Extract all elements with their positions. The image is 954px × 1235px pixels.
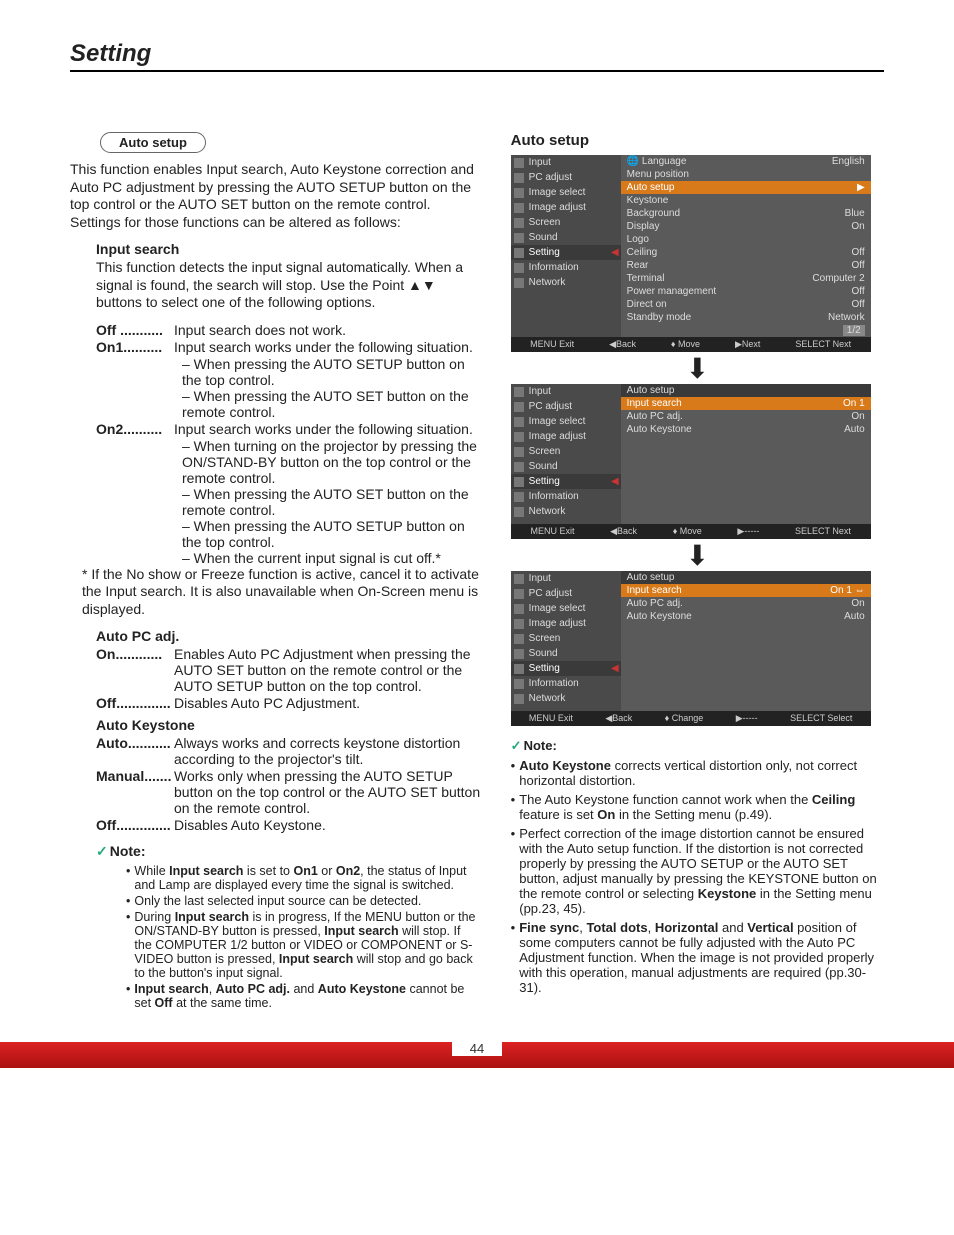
osd-side-item: Input	[511, 384, 621, 399]
osd-side-item: Sound	[511, 459, 621, 474]
osd-row: Auto setup▶	[621, 181, 871, 194]
osd-side-item: Image adjust	[511, 616, 621, 631]
on2-sub4: – When the current input signal is cut o…	[182, 550, 481, 566]
right-note-hdr: ✓Note:	[511, 738, 884, 754]
osd-side-item: Screen	[511, 444, 621, 459]
osd-side-item: Information	[511, 260, 621, 275]
on2-sub2: – When pressing the AUTO SET button on t…	[182, 486, 481, 518]
page-footer: 44	[0, 1042, 954, 1068]
osd-side-item: Image select	[511, 414, 621, 429]
osd-row: Keystone	[621, 194, 871, 207]
osd-side-item: Image adjust	[511, 200, 621, 215]
osd-side-item: Image adjust	[511, 429, 621, 444]
osd-row: TerminalComputer 2	[621, 272, 871, 285]
osd-row: Power managementOff	[621, 285, 871, 298]
osd-row: Direct onOff	[621, 298, 871, 311]
osd-row: CeilingOff	[621, 246, 871, 259]
osd-side-item: Image select	[511, 185, 621, 200]
right-note-list: Auto Keystone corrects vertical distorti…	[511, 758, 884, 995]
ak-auto: Auto........... Always works and correct…	[96, 735, 481, 767]
left-column: Auto setup This function enables Input s…	[70, 132, 481, 1012]
osd-side-item: Screen	[511, 631, 621, 646]
autopc-on: On............ Enables Auto PC Adjustmen…	[96, 646, 481, 694]
osd-side-item: Input	[511, 571, 621, 586]
osd-side-item: Setting	[511, 661, 621, 676]
opt-on1: On1.......... Input search works under t…	[96, 339, 481, 355]
right-column: Auto setup InputPC adjustImage selectIma…	[511, 132, 884, 1012]
arrow-down-icon: ⬇	[511, 360, 884, 378]
note-item: The Auto Keystone function cannot work w…	[511, 792, 884, 822]
note-item: Fine sync, Total dots, Horizontal and Ve…	[511, 920, 884, 995]
osd-row: BackgroundBlue	[621, 207, 871, 220]
input-search-title: Input search	[96, 241, 481, 257]
osd-side-item: PC adjust	[511, 586, 621, 601]
osd-screenshot-3: InputPC adjustImage selectImage adjustSc…	[511, 571, 871, 726]
page-number: 44	[452, 1041, 502, 1056]
osd-side-item: Network	[511, 504, 621, 519]
opt-off: Off ........... Input search does not wo…	[96, 322, 481, 338]
autopc-off: Off.............. Disables Auto PC Adjus…	[96, 695, 481, 711]
note-item: Perfect correction of the image distorti…	[511, 826, 884, 916]
osd-side-item: PC adjust	[511, 399, 621, 414]
osd-side-item: Network	[511, 691, 621, 706]
on1-sub1: – When pressing the AUTO SETUP button on…	[182, 356, 481, 388]
osd-side-item: Input	[511, 155, 621, 170]
osd-row: Auto PC adj.On	[621, 597, 871, 610]
osd-row: Menu position	[621, 168, 871, 181]
osd-row: Auto KeystoneAuto	[621, 423, 871, 436]
auto-keystone-title: Auto Keystone	[96, 717, 481, 733]
osd-side-item: Sound	[511, 230, 621, 245]
osd-row: Logo	[621, 233, 871, 246]
auto-pc-title: Auto PC adj.	[96, 628, 481, 644]
left-note-hdr: ✓Note:	[96, 843, 481, 860]
osd-side-item: Image select	[511, 601, 621, 616]
osd-side-item: Network	[511, 275, 621, 290]
input-search-footnote: * If the No show or Freeze function is a…	[82, 566, 481, 619]
ak-off: Off.............. Disables Auto Keystone…	[96, 817, 481, 833]
osd-side-item: Setting	[511, 245, 621, 260]
on2-sub1: – When turning on the projector by press…	[182, 438, 481, 486]
note-item: Auto Keystone corrects vertical distorti…	[511, 758, 884, 788]
osd-screenshot-2: InputPC adjustImage selectImage adjustSc…	[511, 384, 871, 539]
note-item: During Input search is in progress, If t…	[126, 910, 481, 980]
osd-row: Input searchOn 1 ⇔	[621, 584, 871, 597]
osd-row: DisplayOn	[621, 220, 871, 233]
osd-row: RearOff	[621, 259, 871, 272]
osd-row: Auto PC adj.On	[621, 410, 871, 423]
note-item: Only the last selected input source can …	[126, 894, 481, 908]
on1-sub2: – When pressing the AUTO SET button on t…	[182, 388, 481, 420]
intro-text: This function enables Input search, Auto…	[70, 161, 481, 231]
ak-manual: Manual....... Works only when pressing t…	[96, 768, 481, 816]
osd-row: 🌐 LanguageEnglish	[621, 155, 871, 168]
opt-on2: On2.......... Input search works under t…	[96, 421, 481, 437]
note-item: While Input search is set to On1 or On2,…	[126, 864, 481, 892]
page-title: Setting	[70, 40, 884, 72]
osd-side-item: PC adjust	[511, 170, 621, 185]
arrow-down-icon: ⬇	[511, 547, 884, 565]
osd-side-item: Information	[511, 676, 621, 691]
right-title: Auto setup	[511, 132, 884, 149]
input-search-desc: This function detects the input signal a…	[96, 259, 481, 312]
note-item: Input search, Auto PC adj. and Auto Keys…	[126, 982, 481, 1010]
left-note-list: While Input search is set to On1 or On2,…	[126, 864, 481, 1010]
pill-auto-setup: Auto setup	[100, 132, 206, 153]
osd-side-item: Information	[511, 489, 621, 504]
osd-side-item: Setting	[511, 474, 621, 489]
osd-row: Auto KeystoneAuto	[621, 610, 871, 623]
osd-row: Standby modeNetwork	[621, 311, 871, 324]
osd-row: Input searchOn 1	[621, 397, 871, 410]
osd-side-item: Screen	[511, 215, 621, 230]
osd-side-item: Sound	[511, 646, 621, 661]
osd-screenshot-1: InputPC adjustImage selectImage adjustSc…	[511, 155, 871, 352]
on2-sub3: – When pressing the AUTO SETUP button on…	[182, 518, 481, 550]
